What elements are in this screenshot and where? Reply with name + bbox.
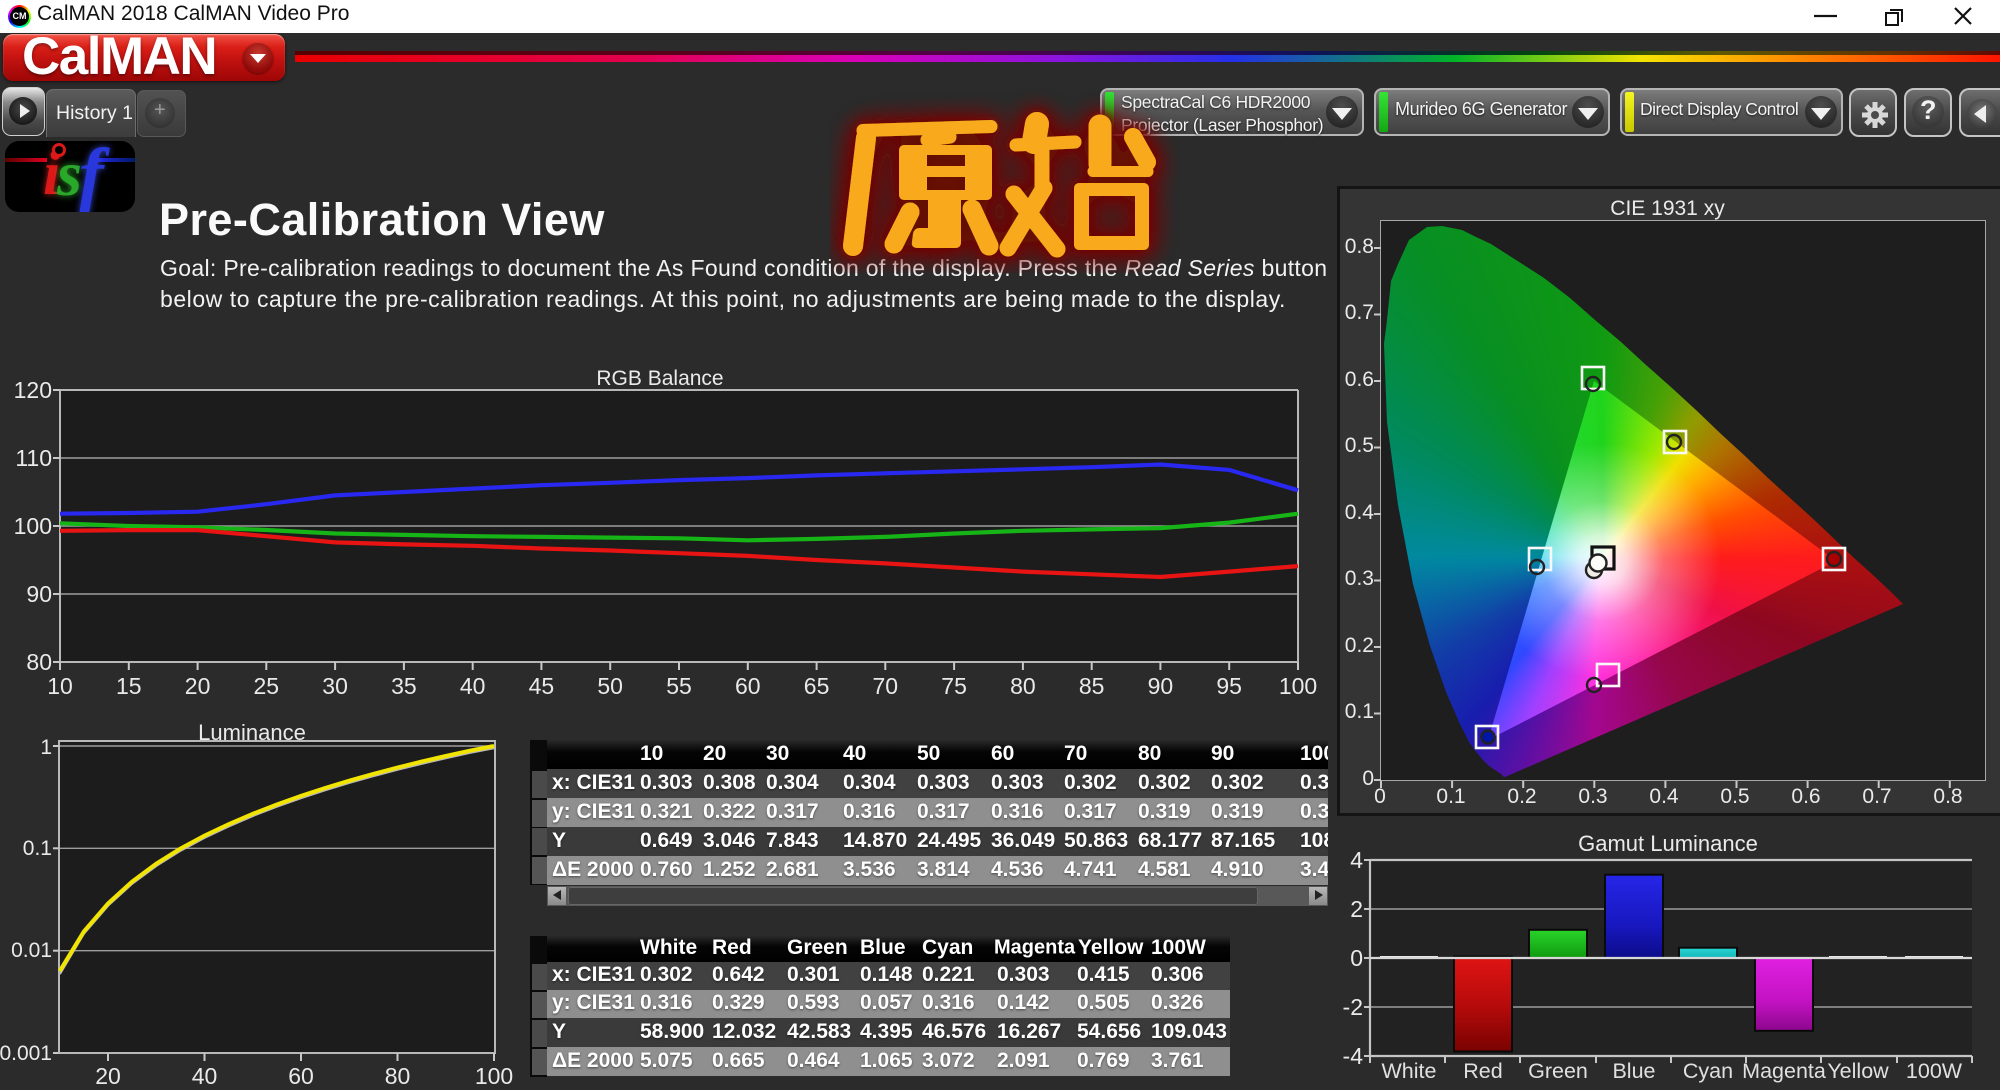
svg-text:80: 80 bbox=[385, 1063, 411, 1089]
svg-text:75: 75 bbox=[941, 673, 967, 699]
svg-text:80: 80 bbox=[26, 649, 52, 675]
svg-text:20: 20 bbox=[95, 1063, 121, 1089]
svg-text:Cyan: Cyan bbox=[1683, 1059, 1733, 1083]
svg-text:2: 2 bbox=[1350, 896, 1363, 922]
svg-text:50: 50 bbox=[597, 673, 623, 699]
svg-text:60: 60 bbox=[288, 1063, 314, 1089]
svg-text:20: 20 bbox=[185, 673, 211, 699]
svg-text:100: 100 bbox=[14, 513, 52, 539]
svg-text:80: 80 bbox=[1010, 673, 1036, 699]
svg-text:95: 95 bbox=[1216, 673, 1242, 699]
svg-text:Yellow: Yellow bbox=[1827, 1059, 1889, 1083]
svg-text:Green: Green bbox=[1528, 1059, 1588, 1083]
svg-text:0: 0 bbox=[1350, 945, 1363, 971]
svg-text:25: 25 bbox=[254, 673, 280, 699]
svg-text:4: 4 bbox=[1350, 847, 1363, 873]
svg-text:1: 1 bbox=[40, 736, 52, 759]
svg-text:100: 100 bbox=[1279, 673, 1317, 699]
svg-text:110: 110 bbox=[15, 445, 52, 471]
svg-text:90: 90 bbox=[1148, 673, 1174, 699]
svg-text:-4: -4 bbox=[1343, 1043, 1364, 1069]
svg-text:15: 15 bbox=[116, 673, 142, 699]
svg-text:85: 85 bbox=[1079, 673, 1105, 699]
svg-text:0.01: 0.01 bbox=[11, 939, 52, 962]
svg-text:0.1: 0.1 bbox=[23, 837, 52, 860]
svg-text:Gamut Luminance: Gamut Luminance bbox=[1578, 835, 1758, 856]
svg-text:10: 10 bbox=[47, 673, 73, 699]
svg-text:RGB Balance: RGB Balance bbox=[596, 367, 723, 390]
svg-text:65: 65 bbox=[804, 673, 830, 699]
svg-text:Blue: Blue bbox=[1612, 1059, 1655, 1083]
svg-text:35: 35 bbox=[391, 673, 417, 699]
svg-text:40: 40 bbox=[192, 1063, 218, 1089]
svg-text:40: 40 bbox=[460, 673, 486, 699]
svg-text:70: 70 bbox=[873, 673, 899, 699]
svg-text:Magenta: Magenta bbox=[1742, 1059, 1826, 1083]
svg-text:Red: Red bbox=[1463, 1059, 1502, 1083]
svg-text:100: 100 bbox=[475, 1063, 513, 1089]
svg-text:55: 55 bbox=[666, 673, 692, 699]
svg-text:-2: -2 bbox=[1343, 994, 1363, 1020]
svg-text:60: 60 bbox=[735, 673, 761, 699]
svg-text:30: 30 bbox=[322, 673, 348, 699]
svg-text:White: White bbox=[1382, 1059, 1437, 1083]
svg-text:45: 45 bbox=[529, 673, 555, 699]
svg-text:120: 120 bbox=[14, 377, 52, 403]
svg-text:90: 90 bbox=[26, 581, 52, 607]
svg-text:0.001: 0.001 bbox=[0, 1042, 52, 1065]
svg-text:100W: 100W bbox=[1906, 1059, 1963, 1083]
